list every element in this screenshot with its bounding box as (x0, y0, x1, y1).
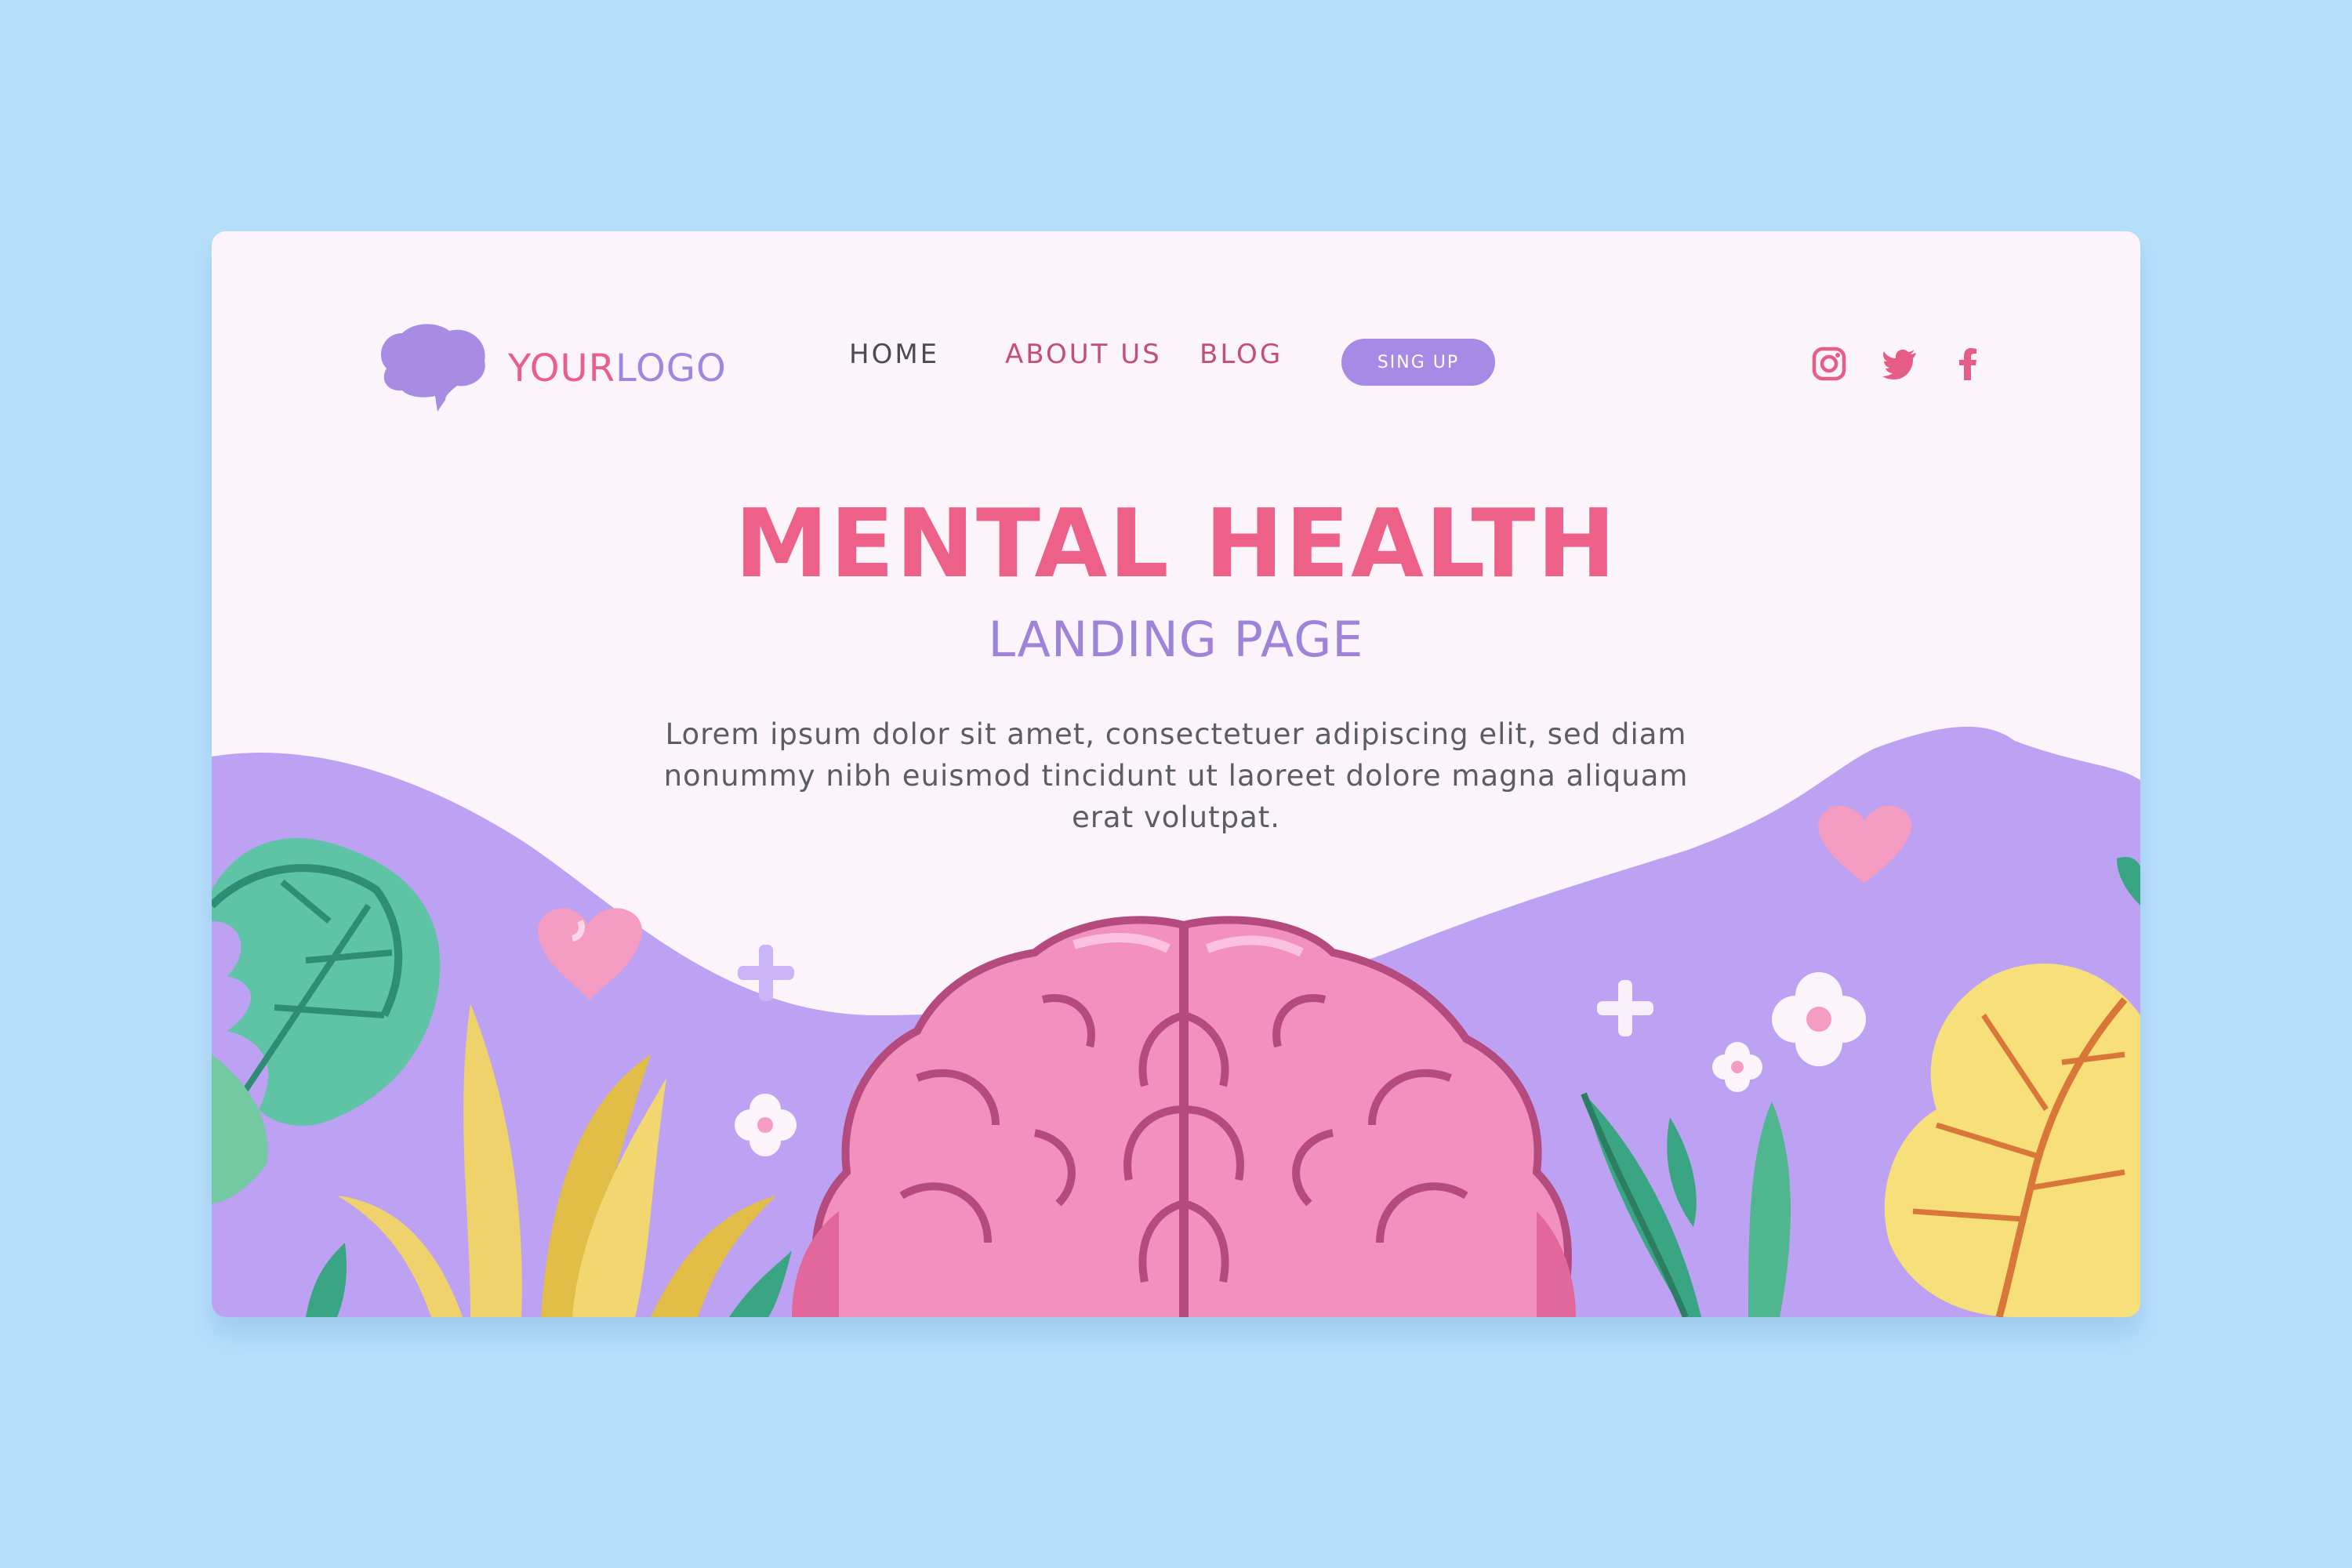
page-title: MENTAL HEALTH (735, 490, 1617, 599)
signup-button[interactable]: SING UP (1341, 339, 1495, 386)
facebook-icon[interactable] (1951, 346, 1987, 382)
page-subtitle: LANDING PAGE (988, 611, 1364, 668)
instagram-icon[interactable] (1811, 346, 1847, 382)
logo-text-your: YOUR (508, 346, 615, 390)
twitter-icon[interactable] (1882, 346, 1918, 382)
nav-blog[interactable]: BLOG (1200, 339, 1283, 370)
logo[interactable]: YOURLOGO (371, 321, 727, 415)
nav-home[interactable]: HOME (849, 339, 939, 370)
landing-card: YOURLOGO HOME ABOUT US BLOG SING UP MENT… (212, 231, 2140, 1317)
logo-text-logo: LOGO (615, 346, 727, 390)
nav-about-us[interactable]: ABOUT US (1005, 339, 1162, 370)
brain-icon (371, 321, 492, 415)
logo-text: YOURLOGO (508, 347, 727, 390)
hero-description: Lorem ipsum dolor sit amet, consectetuer… (663, 717, 1689, 834)
